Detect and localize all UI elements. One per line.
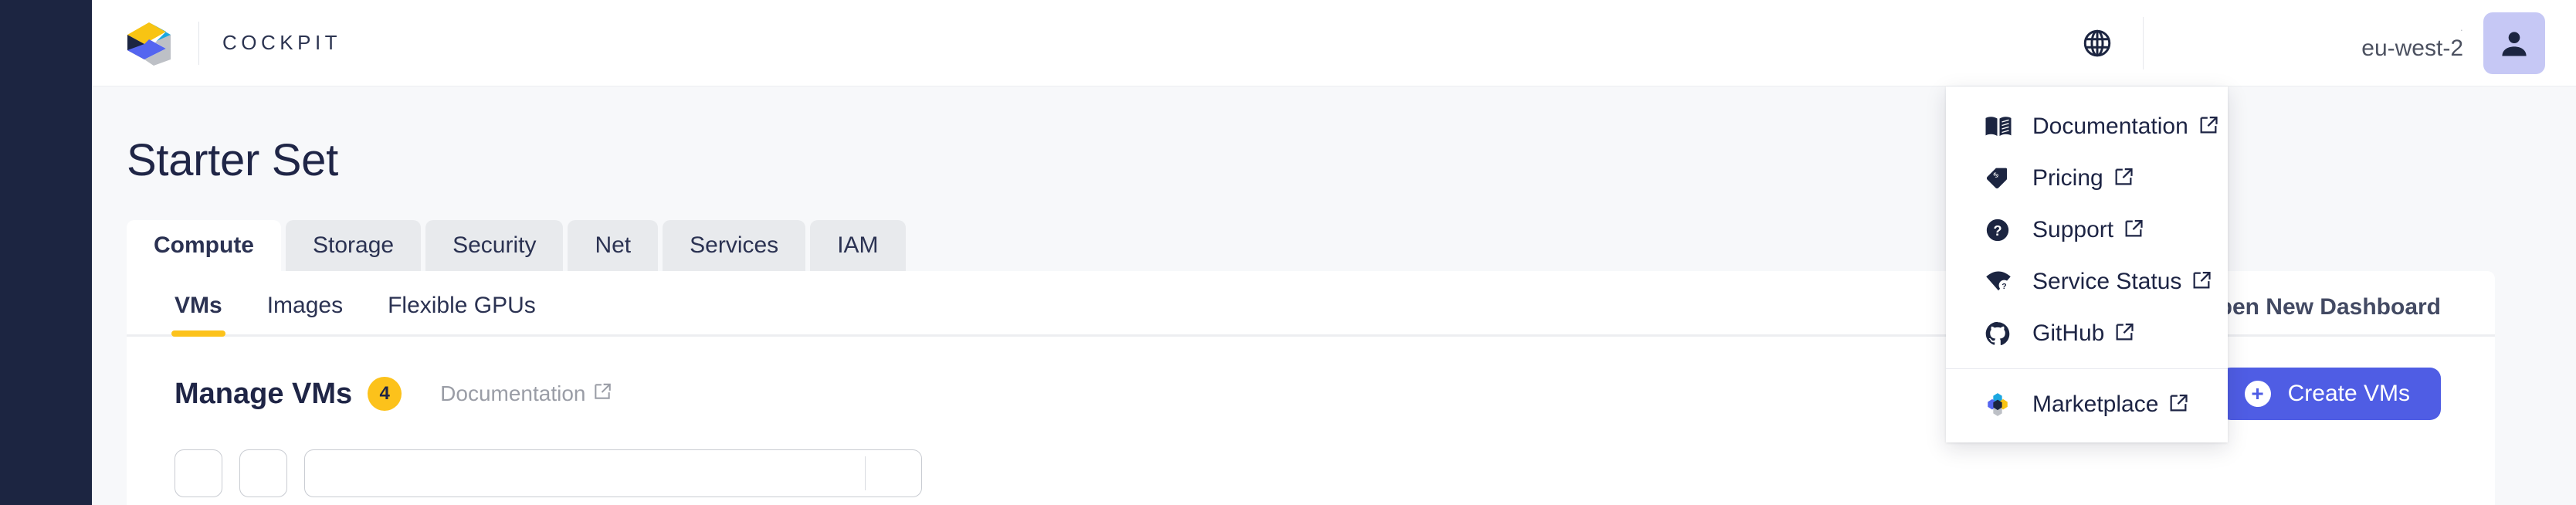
menu-item-label: Pricing bbox=[2032, 164, 2103, 191]
brand[interactable]: COCKPIT bbox=[121, 0, 341, 86]
menu-item-label: Support bbox=[2032, 216, 2114, 242]
menu-item-marketplace[interactable]: Marketplace bbox=[1946, 378, 2228, 430]
menu-item-github[interactable]: GitHub bbox=[1946, 307, 2228, 359]
tab-compute[interactable]: Compute bbox=[127, 220, 281, 271]
external-link-icon bbox=[2168, 392, 2189, 420]
manage-vms-title: Manage VMs bbox=[175, 377, 353, 410]
documentation-link-label: Documentation bbox=[440, 381, 586, 405]
subtab-vms[interactable]: VMs bbox=[171, 293, 225, 337]
external-link-icon bbox=[2113, 321, 2135, 349]
account-org: · bbox=[2459, 23, 2463, 35]
menu-divider bbox=[1946, 368, 2228, 369]
menu-item-pricing[interactable]: $ Pricing bbox=[1946, 152, 2228, 204]
menu-item-label: GitHub bbox=[2032, 320, 2105, 346]
menu-item-documentation[interactable]: Documentation bbox=[1946, 100, 2228, 152]
tab-security[interactable]: Security bbox=[425, 220, 564, 271]
help-dropdown-menu: Documentation $ Pricing ? Support ? Serv… bbox=[1946, 86, 2228, 442]
external-link-icon bbox=[592, 381, 612, 407]
external-link-icon bbox=[2113, 166, 2134, 194]
external-link-icon bbox=[2123, 218, 2144, 246]
left-nav-rail bbox=[0, 0, 92, 505]
create-vms-button[interactable]: + Create VMs bbox=[2219, 368, 2441, 420]
account-labels: · eu-west-2 bbox=[2361, 24, 2463, 62]
create-vms-label: Create VMs bbox=[2287, 381, 2410, 406]
open-new-dashboard-label: Open New Dashboard bbox=[2200, 293, 2441, 320]
menu-item-service-status[interactable]: ? Service Status bbox=[1946, 256, 2228, 307]
github-icon bbox=[1985, 320, 2015, 347]
subtab-images[interactable]: Images bbox=[267, 293, 343, 334]
tab-storage[interactable]: Storage bbox=[286, 220, 422, 271]
globe-icon[interactable] bbox=[2075, 21, 2120, 66]
top-header: COCKPIT · eu-west-2 bbox=[92, 0, 2576, 86]
account-menu[interactable]: · eu-west-2 bbox=[2144, 0, 2576, 86]
menu-item-label: Service Status bbox=[2032, 268, 2182, 294]
external-link-icon bbox=[2198, 114, 2219, 142]
tab-net[interactable]: Net bbox=[568, 220, 659, 271]
toolbar-button-refresh[interactable] bbox=[239, 449, 287, 497]
book-icon bbox=[1985, 114, 2015, 140]
menu-item-label: Documentation bbox=[2032, 113, 2188, 139]
documentation-link[interactable]: Documentation bbox=[440, 381, 612, 407]
brand-divider bbox=[198, 21, 199, 65]
account-region: eu-west-2 bbox=[2361, 35, 2463, 61]
marketplace-icon bbox=[1985, 391, 2015, 418]
plus-circle-icon: + bbox=[2244, 381, 2271, 407]
svg-text:?: ? bbox=[1993, 222, 2001, 239]
signal-status-icon: ? bbox=[1985, 269, 2015, 295]
question-circle-icon: ? bbox=[1985, 217, 2015, 243]
search-input[interactable] bbox=[304, 449, 922, 497]
tab-iam[interactable]: IAM bbox=[810, 220, 906, 271]
toolbar-button-left[interactable] bbox=[175, 449, 222, 497]
svg-text:?: ? bbox=[2001, 282, 2006, 291]
menu-item-support[interactable]: ? Support bbox=[1946, 204, 2228, 256]
subtab-flexible-gpus[interactable]: Flexible GPUs bbox=[388, 293, 536, 334]
vm-count-badge: 4 bbox=[368, 377, 402, 411]
cockpit-cube-logo-icon bbox=[121, 15, 178, 72]
price-tag-icon: $ bbox=[1985, 165, 2015, 191]
menu-item-label: Marketplace bbox=[2032, 391, 2159, 417]
app-root: COCKPIT · eu-west-2 Documentation $ Pric… bbox=[0, 0, 2576, 505]
brand-wordmark: COCKPIT bbox=[222, 31, 342, 54]
external-link-icon bbox=[2191, 269, 2212, 297]
tab-services[interactable]: Services bbox=[663, 220, 806, 271]
user-avatar-icon[interactable] bbox=[2483, 12, 2545, 74]
